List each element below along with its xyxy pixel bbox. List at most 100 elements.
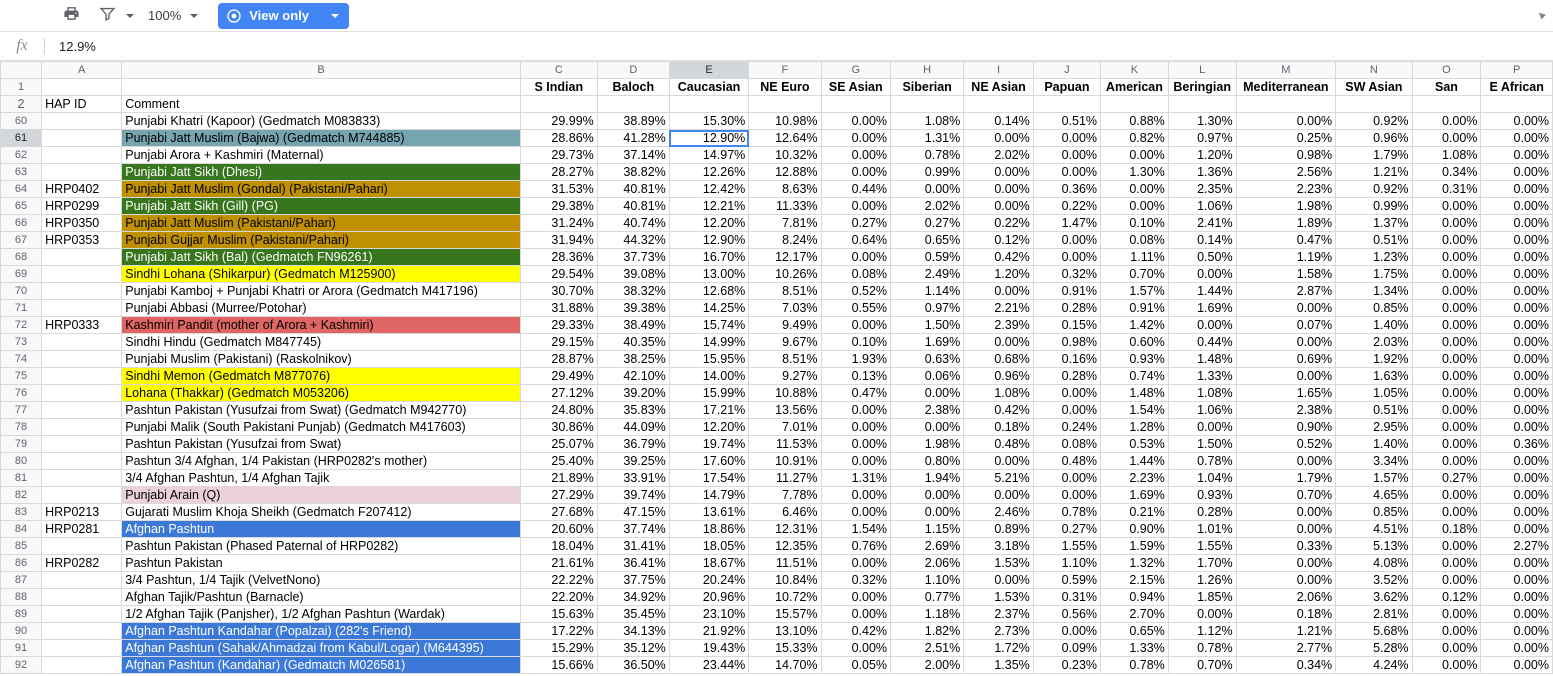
cell-h90[interactable]: 1.82% — [890, 622, 965, 640]
cell-d88[interactable]: 34.92% — [596, 588, 670, 606]
cell-i89[interactable]: 2.37% — [963, 605, 1034, 623]
cell-l61[interactable]: 0.97% — [1167, 129, 1237, 147]
cell-m74[interactable]: 0.69% — [1235, 350, 1337, 368]
cell-o66[interactable]: 0.00% — [1411, 214, 1482, 232]
row-header-86[interactable]: 86 — [0, 554, 43, 572]
cell-hapid[interactable]: HRP0299 — [41, 197, 123, 215]
cell-e84[interactable]: 18.86% — [668, 520, 750, 538]
cell-hapid[interactable]: HRP0281 — [41, 520, 123, 538]
row-header-67[interactable]: 67 — [0, 231, 43, 249]
cell-m66[interactable]: 1.89% — [1235, 214, 1337, 232]
cell-c85[interactable]: 18.04% — [519, 537, 598, 555]
cell-d65[interactable]: 40.81% — [596, 197, 670, 215]
row-header-66[interactable]: 66 — [0, 214, 43, 232]
cell-p71[interactable]: 0.00% — [1480, 299, 1553, 317]
cell-j62[interactable]: 0.00% — [1032, 146, 1102, 164]
cell-h88[interactable]: 0.77% — [890, 588, 965, 606]
cell-e82[interactable]: 14.79% — [668, 486, 750, 504]
cell-c62[interactable]: 29.73% — [519, 146, 598, 164]
cell-o77[interactable]: 0.00% — [1411, 401, 1482, 419]
cell-o71[interactable]: 0.00% — [1411, 299, 1482, 317]
cell-f84[interactable]: 12.31% — [748, 520, 822, 538]
cell-h63[interactable]: 0.99% — [890, 163, 965, 181]
cell-p85[interactable]: 2.27% — [1480, 537, 1553, 555]
cell-comment[interactable]: Pashtun 3/4 Afghan, 1/4 Pakistan (HRP028… — [121, 452, 521, 470]
cell-i78[interactable]: 0.18% — [963, 418, 1034, 436]
cell-k79[interactable]: 0.53% — [1100, 435, 1169, 453]
cell-j91[interactable]: 0.09% — [1032, 639, 1102, 657]
cell-k60[interactable]: 0.88% — [1100, 112, 1169, 130]
cell-comment[interactable]: Punjabi Arora + Kashmiri (Maternal) — [121, 146, 521, 164]
cell-p69[interactable]: 0.00% — [1480, 265, 1553, 283]
cell-p87[interactable]: 0.00% — [1480, 571, 1553, 589]
column-header-j[interactable]: J — [1032, 61, 1102, 79]
cell-m67[interactable]: 0.47% — [1235, 231, 1337, 249]
cell-i69[interactable]: 1.20% — [963, 265, 1034, 283]
cell-f64[interactable]: 8.63% — [748, 180, 822, 198]
cell-l67[interactable]: 0.14% — [1167, 231, 1237, 249]
row-header-77[interactable]: 77 — [0, 401, 43, 419]
cell-o72[interactable]: 0.00% — [1411, 316, 1482, 334]
cell-comment[interactable]: Afghan Tajik/Pashtun (Barnacle) — [121, 588, 521, 606]
cell-n82[interactable]: 4.65% — [1335, 486, 1413, 504]
row-header-91[interactable]: 91 — [0, 639, 43, 657]
cell-d75[interactable]: 42.10% — [596, 367, 670, 385]
cell-d84[interactable]: 37.74% — [596, 520, 670, 538]
cell-p70[interactable]: 0.00% — [1480, 282, 1553, 300]
cell-d83[interactable]: 47.15% — [596, 503, 670, 521]
cell-k91[interactable]: 1.33% — [1100, 639, 1169, 657]
cell-d85[interactable]: 31.41% — [596, 537, 670, 555]
empty-cell[interactable] — [1100, 95, 1169, 113]
empty-cell[interactable] — [1335, 95, 1413, 113]
row-header-87[interactable]: 87 — [0, 571, 43, 589]
column-header-g[interactable]: G — [820, 61, 892, 79]
empty-cell[interactable] — [748, 95, 822, 113]
row-header-83[interactable]: 83 — [0, 503, 43, 521]
cell-m64[interactable]: 2.23% — [1235, 180, 1337, 198]
cell-o89[interactable]: 0.00% — [1411, 605, 1482, 623]
cell-e83[interactable]: 13.61% — [668, 503, 750, 521]
cell-o91[interactable]: 0.00% — [1411, 639, 1482, 657]
cell-i72[interactable]: 2.39% — [963, 316, 1034, 334]
cell-f83[interactable]: 6.46% — [748, 503, 822, 521]
row-header-75[interactable]: 75 — [0, 367, 43, 385]
cell-d69[interactable]: 39.08% — [596, 265, 670, 283]
cell-e91[interactable]: 19.43% — [668, 639, 750, 657]
cell-g88[interactable]: 0.00% — [820, 588, 892, 606]
cell-g92[interactable]: 0.05% — [820, 656, 892, 674]
cell-l72[interactable]: 0.00% — [1167, 316, 1237, 334]
row-header-90[interactable]: 90 — [0, 622, 43, 640]
cell-hapid[interactable] — [41, 486, 123, 504]
cell-j73[interactable]: 0.98% — [1032, 333, 1102, 351]
column-header-n[interactable]: N — [1335, 61, 1413, 79]
cell-n85[interactable]: 5.13% — [1335, 537, 1413, 555]
cell-f66[interactable]: 7.81% — [748, 214, 822, 232]
cell-m62[interactable]: 0.98% — [1235, 146, 1337, 164]
column-header-h[interactable]: H — [890, 61, 965, 79]
cell-o68[interactable]: 0.00% — [1411, 248, 1482, 266]
cell-e74[interactable]: 15.95% — [668, 350, 750, 368]
cell-h62[interactable]: 0.78% — [890, 146, 965, 164]
component-label-sw-asian[interactable]: SW Asian — [1335, 78, 1413, 96]
cell-e72[interactable]: 15.74% — [668, 316, 750, 334]
cell-hapid[interactable] — [41, 282, 123, 300]
cell-l90[interactable]: 1.12% — [1167, 622, 1237, 640]
spreadsheet-grid[interactable]: ABCDEFGHIJKLMNOP 1 S Indian Baloch Caucasia… — [0, 61, 1553, 676]
cell-k80[interactable]: 1.44% — [1100, 452, 1169, 470]
cell-j83[interactable]: 0.78% — [1032, 503, 1102, 521]
cell-m63[interactable]: 2.56% — [1235, 163, 1337, 181]
cell-p74[interactable]: 0.00% — [1480, 350, 1553, 368]
cell-f68[interactable]: 12.17% — [748, 248, 822, 266]
cell-e80[interactable]: 17.60% — [668, 452, 750, 470]
cell-g60[interactable]: 0.00% — [820, 112, 892, 130]
cell-l84[interactable]: 1.01% — [1167, 520, 1237, 538]
cell-i70[interactable]: 0.00% — [963, 282, 1034, 300]
cell-d72[interactable]: 38.49% — [596, 316, 670, 334]
cell-k84[interactable]: 0.90% — [1100, 520, 1169, 538]
cell-o70[interactable]: 0.00% — [1411, 282, 1482, 300]
cell-e60[interactable]: 15.30% — [668, 112, 750, 130]
cell-i64[interactable]: 0.00% — [963, 180, 1034, 198]
row-header-2[interactable]: 2 — [0, 95, 43, 113]
cell-i67[interactable]: 0.12% — [963, 231, 1034, 249]
comment-header[interactable]: Comment — [121, 95, 521, 113]
